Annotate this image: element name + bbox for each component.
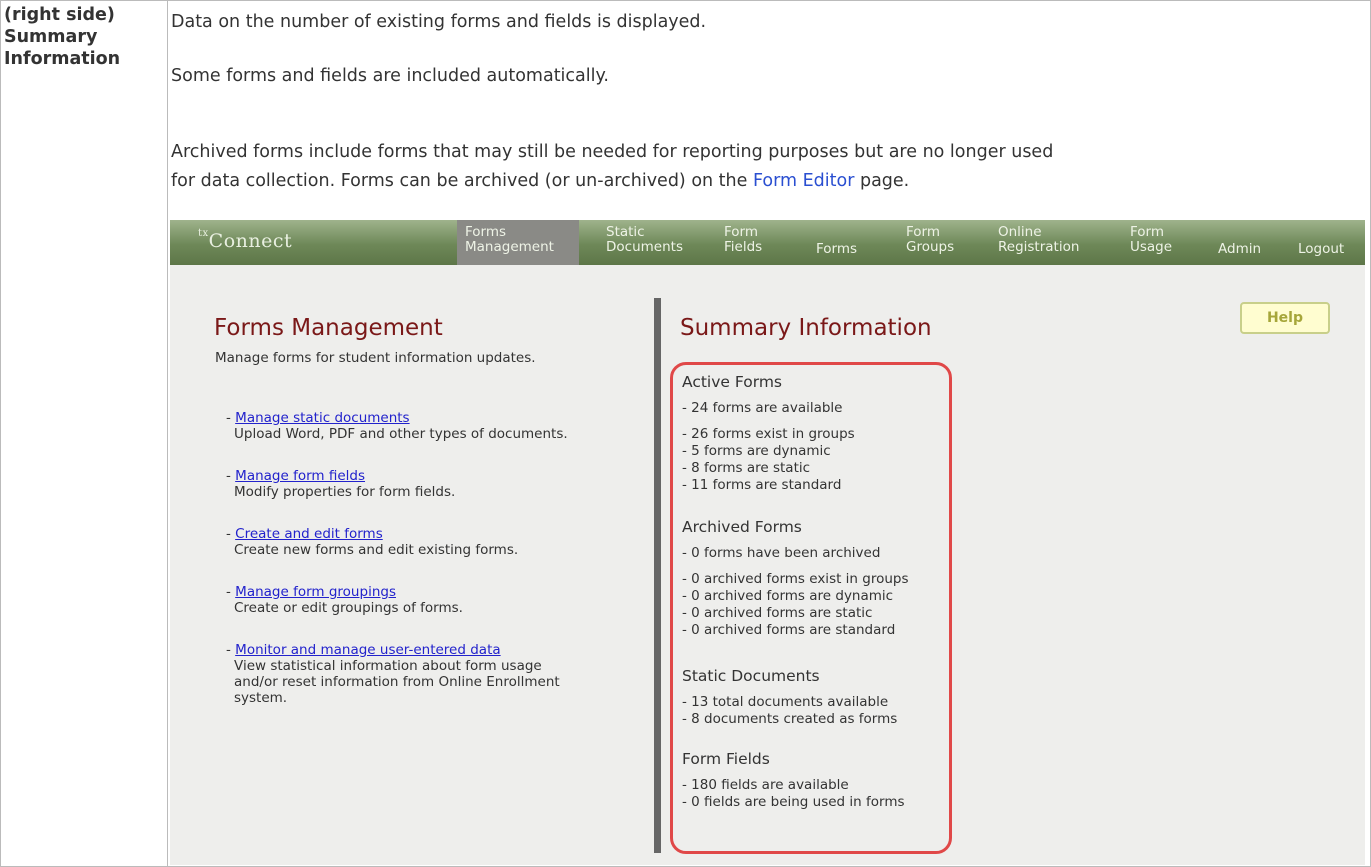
column-divider: [654, 298, 661, 853]
item-description: Modify properties for form fields.: [234, 484, 456, 500]
row-header: (right side) Summary Information: [4, 4, 120, 70]
doc-paragraph: Data on the number of existing forms and…: [171, 12, 707, 32]
item-description: View statistical information about form …: [234, 658, 542, 674]
help-button[interactable]: Help: [1240, 302, 1330, 334]
nav-static-documents[interactable]: Static Documents: [598, 220, 696, 265]
summary-line: - 0 forms have been archived: [682, 545, 881, 561]
nav-form-usage[interactable]: Form Usage: [1122, 220, 1182, 265]
summary-line: - 24 forms are available: [682, 400, 843, 416]
row-header-line: Information: [4, 49, 121, 69]
row-header-line: (right side): [4, 5, 115, 25]
doc-paragraph: Some forms and fields are included autom…: [171, 66, 609, 86]
summary-line: - 0 archived forms exist in groups: [682, 571, 909, 587]
summary-information-title: Summary Information: [680, 315, 932, 341]
nav-form-fields[interactable]: Form Fields: [716, 220, 786, 265]
nav-form-groups[interactable]: Form Groups: [898, 220, 968, 265]
nav-logout[interactable]: Logout: [1290, 220, 1365, 265]
summary-line: - 0 archived forms are dynamic: [682, 588, 894, 604]
summary-line: - 13 total documents available: [682, 694, 889, 710]
top-navbar: txConnect Forms Management Static Document…: [170, 220, 1365, 265]
summary-line: - 26 forms exist in groups: [682, 426, 855, 442]
doc-text: page.: [854, 171, 910, 191]
summary-line: - 180 fields are available: [682, 777, 849, 793]
manage-static-documents-link[interactable]: Manage static documents: [235, 410, 409, 426]
forms-management-title: Forms Management: [214, 315, 443, 341]
item-description: Create or edit groupings of forms.: [234, 600, 463, 616]
active-forms-heading: Active Forms: [682, 373, 782, 391]
txconnect-logo: txConnect: [198, 228, 293, 252]
archived-forms-heading: Archived Forms: [682, 518, 802, 536]
item-description: Create new forms and edit existing forms…: [234, 542, 519, 558]
doc-paragraph: Archived forms include forms that may st…: [171, 142, 1054, 162]
doc-paragraph: for data collection. Forms can be archiv…: [171, 169, 909, 193]
txconnect-screenshot: txConnect Forms Management Static Document…: [170, 220, 1365, 865]
summary-line: - 11 forms are standard: [682, 477, 842, 493]
static-documents-heading: Static Documents: [682, 667, 820, 685]
manage-form-fields-link[interactable]: Manage form fields: [235, 468, 365, 484]
forms-management-subtitle: Manage forms for student information upd…: [215, 350, 536, 366]
summary-line: - 5 forms are dynamic: [682, 443, 831, 459]
list-item: - Manage static documents Upload Word, P…: [226, 410, 568, 442]
nav-admin[interactable]: Admin: [1210, 220, 1270, 265]
list-item: - Manage form groupings Create or edit g…: [226, 584, 463, 616]
form-fields-heading: Form Fields: [682, 750, 770, 768]
nav-forms-management[interactable]: Forms Management: [457, 220, 579, 265]
list-item: - Monitor and manage user-entered data V…: [226, 642, 560, 706]
item-description: Upload Word, PDF and other types of docu…: [234, 426, 568, 442]
summary-line: - 0 fields are being used in forms: [682, 794, 905, 810]
row-header-line: Summary: [4, 27, 98, 47]
summary-line: - 0 archived forms are static: [682, 605, 873, 621]
summary-line: - 8 documents created as forms: [682, 711, 898, 727]
nav-forms[interactable]: Forms: [808, 220, 870, 265]
item-description: and/or reset information from Online Enr…: [234, 674, 560, 690]
item-description: system.: [234, 690, 288, 706]
list-item: - Manage form fields Modify properties f…: [226, 468, 456, 500]
create-edit-forms-link[interactable]: Create and edit forms: [235, 526, 383, 542]
monitor-user-data-link[interactable]: Monitor and manage user-entered data: [235, 642, 500, 658]
row-header-cell: (right side) Summary Information: [1, 1, 168, 866]
summary-line: - 8 forms are static: [682, 460, 811, 476]
list-item: - Create and edit forms Create new forms…: [226, 526, 519, 558]
form-editor-link[interactable]: Form Editor: [753, 171, 854, 191]
summary-line: - 0 archived forms are standard: [682, 622, 896, 638]
doc-text: for data collection. Forms can be archiv…: [171, 171, 753, 191]
nav-online-registration[interactable]: Online Registration: [990, 220, 1100, 265]
manage-form-groupings-link[interactable]: Manage form groupings: [235, 584, 396, 600]
